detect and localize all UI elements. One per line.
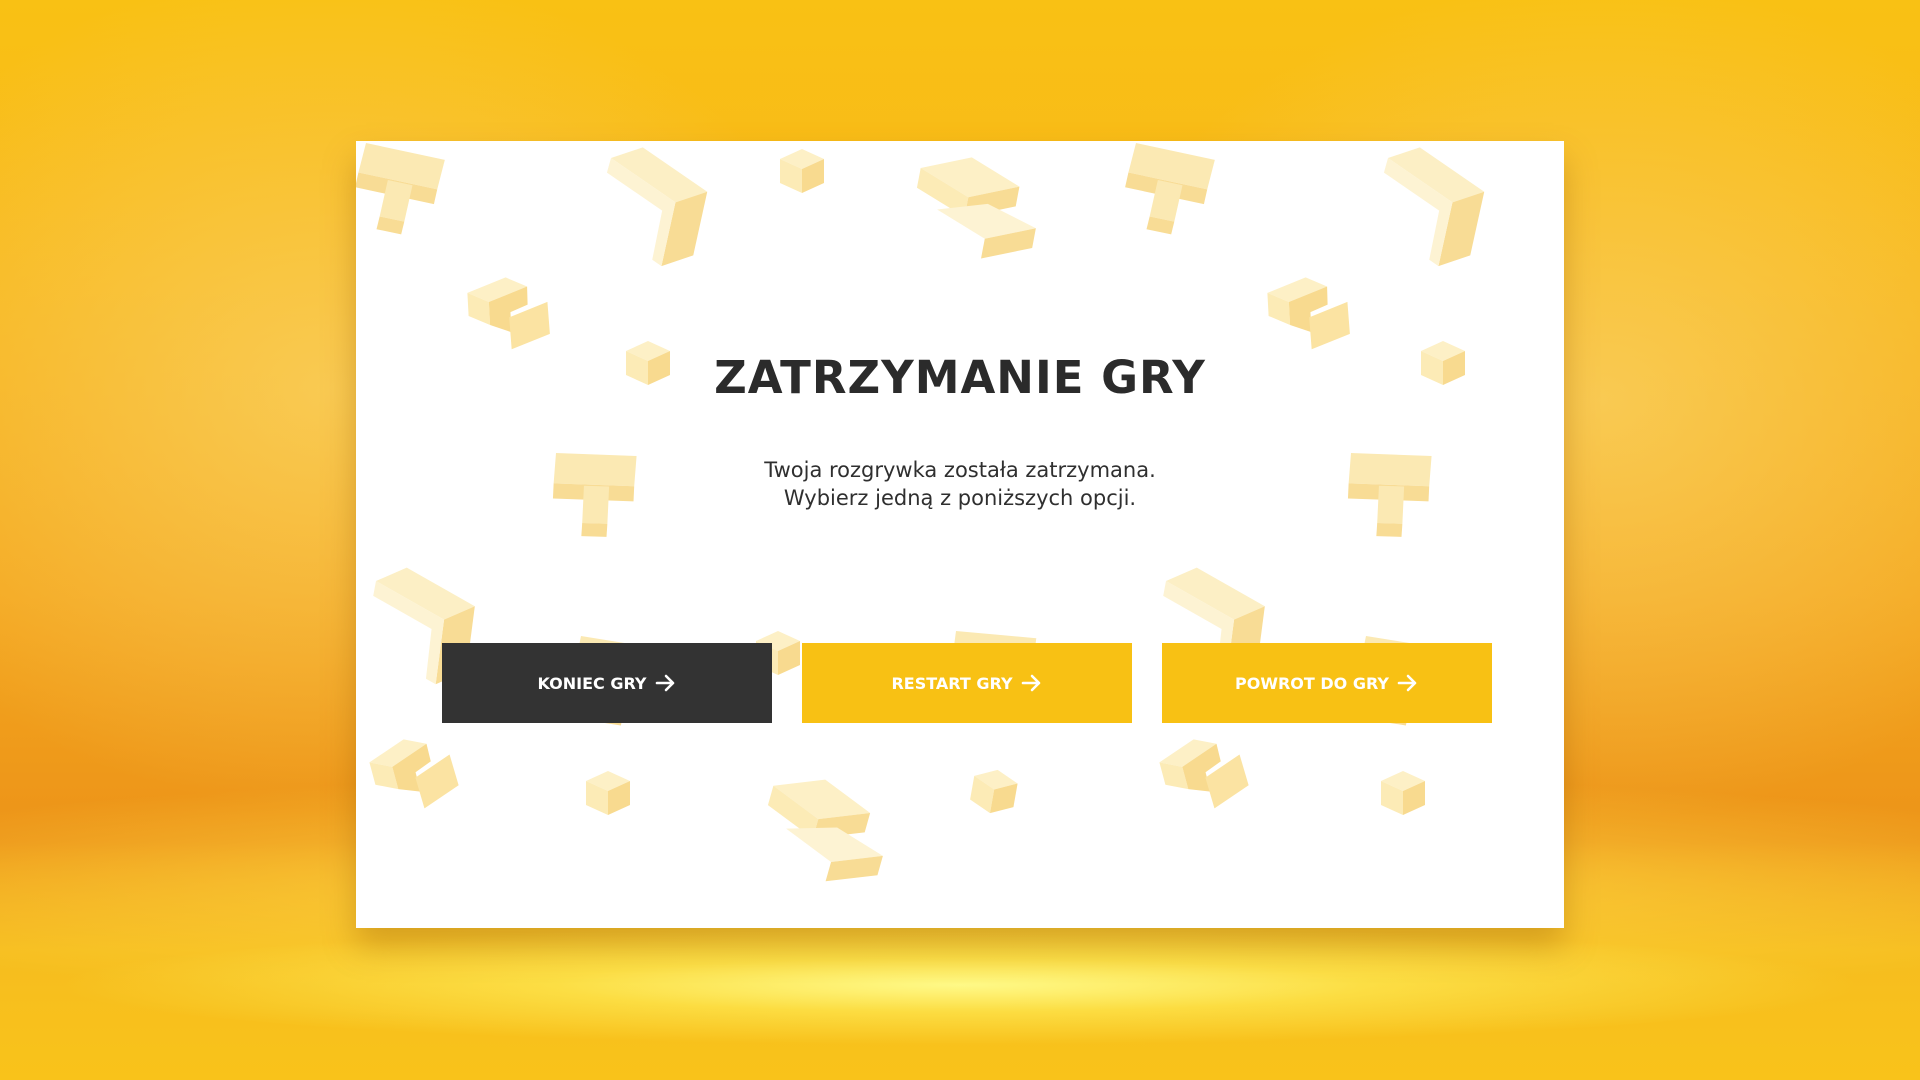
- dialog-message-line-2: Wybierz jedną z poniższych opcji.: [783, 486, 1137, 510]
- dialog-message-line-1: Twoja rozgrywka została zatrzymana.: [764, 458, 1156, 482]
- restart-game-button-label: RESTART GRY: [891, 673, 1013, 693]
- return-to-game-button[interactable]: POWROT DO GRY: [1162, 643, 1492, 723]
- arrow-right-icon: [655, 674, 674, 692]
- arrow-right-icon: [1021, 674, 1040, 692]
- end-game-button-label: KONIEC GRY: [537, 673, 647, 693]
- return-to-game-button-label: POWROT DO GRY: [1235, 673, 1389, 693]
- pause-dialog: ZATRZYMANIE GRY Twoja rozgrywka została …: [356, 141, 1564, 928]
- game-screen: { "pause_dialog": { "title": "ZATRZYMANI…: [0, 0, 1920, 1080]
- dialog-title: ZATRZYMANIE GRY: [714, 351, 1206, 404]
- pause-dialog-content: ZATRZYMANIE GRY Twoja rozgrywka została …: [356, 141, 1564, 928]
- arrow-right-icon: [1397, 674, 1417, 692]
- end-game-button[interactable]: KONIEC GRY: [442, 643, 772, 723]
- restart-game-button[interactable]: RESTART GRY: [802, 643, 1132, 723]
